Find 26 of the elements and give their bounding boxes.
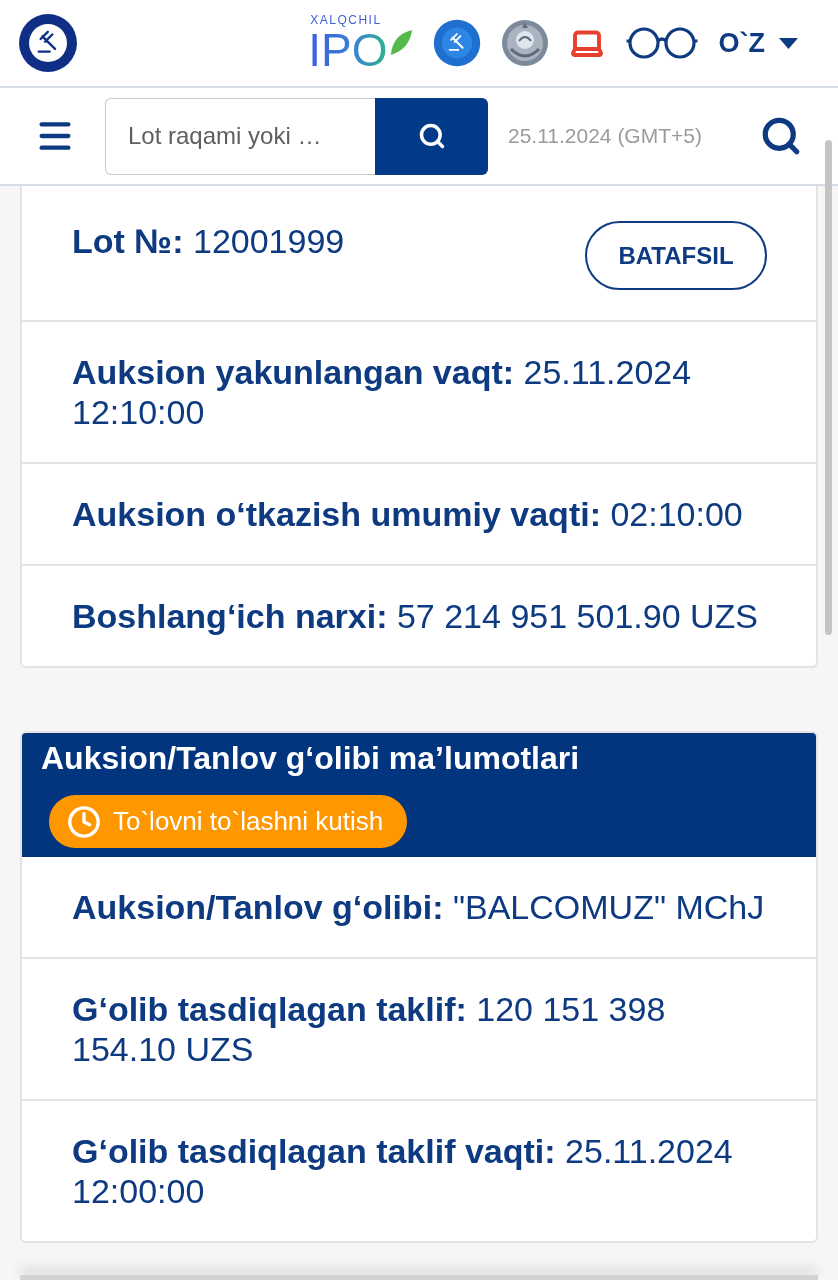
search-button[interactable] (375, 97, 488, 175)
details-button[interactable]: BATAFSIL (585, 221, 767, 290)
gavel-badge-icon (18, 13, 78, 73)
leaf-icon (388, 29, 413, 57)
lot-number: Lot №: 12001999 (72, 221, 345, 261)
date-text: 25.11.2024 (GMT+5) (508, 124, 702, 148)
info-row-text: Auksion yakunlangan vaqt: 25.11.2024 12:10:00 (72, 352, 693, 432)
search-button[interactable] (760, 115, 802, 157)
info-row-text: G‘olib tasdiqlagan taklif: 120 151 398 154.10 UZS (72, 989, 667, 1069)
search-icon (760, 115, 802, 157)
search-icon (417, 122, 446, 150)
info-row-text: Auksion o‘tkazish umumiy vaqti: 02:10:00 (72, 494, 743, 534)
status-text: To`lovni to`lashni kutish (113, 806, 384, 837)
info-row-text: Auksion/Tanlov g‘olibi: "BALCOMUZ" MChJ (72, 887, 765, 927)
search-field[interactable]: Lot raqami yoki … (105, 97, 375, 175)
ipo-caption: XALQCHIL (310, 13, 382, 27)
clock-icon (67, 804, 101, 839)
language-selector[interactable]: O`Z (718, 27, 798, 59)
gavel-badge-icon (432, 19, 481, 67)
glasses-icon[interactable] (624, 26, 699, 60)
winner-card-title: Auksion/Tanlov g‘olibi ma’lumotlari (41, 739, 580, 778)
info-row-text: G‘olib tasdiqlagan taklif vaqti: 25.11.2024 12:00:00 (72, 1131, 734, 1211)
info-row-text: Boshlang‘ich narxi: 57 214 951 501.90 UZS (72, 596, 758, 636)
scrollbar[interactable] (825, 140, 832, 635)
caret-icon (779, 37, 798, 49)
round-emblem-icon (500, 19, 549, 67)
